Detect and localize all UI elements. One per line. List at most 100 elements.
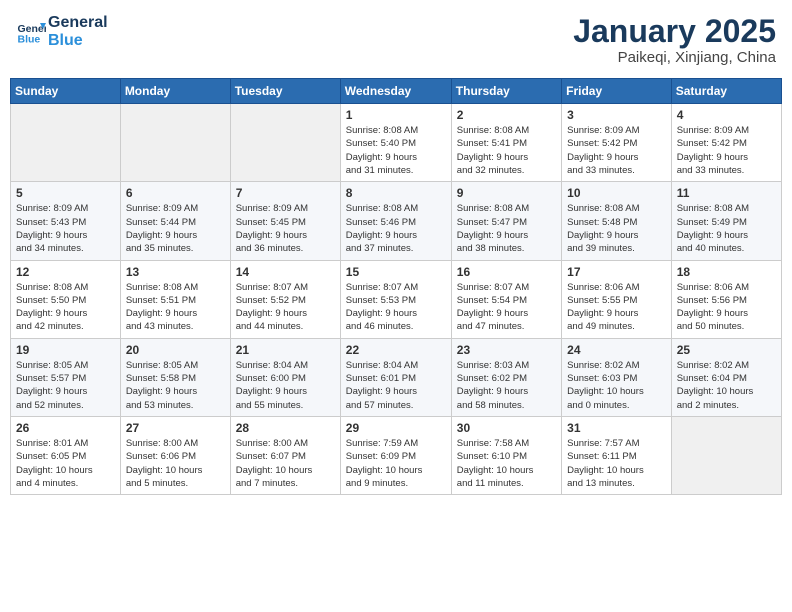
calendar-cell: 13Sunrise: 8:08 AM Sunset: 5:51 PM Dayli…: [120, 260, 230, 338]
calendar-cell: 9Sunrise: 8:08 AM Sunset: 5:47 PM Daylig…: [451, 182, 561, 260]
calendar-cell: 11Sunrise: 8:08 AM Sunset: 5:49 PM Dayli…: [671, 182, 781, 260]
day-number: 17: [567, 265, 666, 279]
weekday-header: Sunday: [11, 79, 121, 104]
calendar-cell: 7 Sunrise: 8:09 AM Sunset: 5:45 PM Daylig…: [230, 182, 340, 260]
day-info: Sunrise: 8:09 AM Sunset: 5:42 PM Dayligh…: [677, 124, 776, 177]
calendar-cell: 8 Sunrise: 8:08 AM Sunset: 5:46 PM Daylig…: [340, 182, 451, 260]
day-number: 3: [567, 108, 666, 122]
calendar-cell: [11, 104, 121, 182]
calendar-cell: 12 Sunrise: 8:08 AM Sunset: 5:50 PM Dayli…: [11, 260, 121, 338]
calendar-cell: 16 Sunrise: 8:07 AM Sunset: 5:54 PM Dayli…: [451, 260, 561, 338]
calendar-cell: 23Sunrise: 8:03 AM Sunset: 6:02 PM Dayli…: [451, 338, 561, 416]
day-info: Sunrise: 8:09 AM Sunset: 5:44 PM Dayligh…: [126, 202, 225, 255]
logo: General Blue General Blue: [16, 14, 108, 49]
calendar-week-row: 26 Sunrise: 8:01 AM Sunset: 6:05 PM Dayli…: [11, 416, 782, 494]
weekday-header: Friday: [562, 79, 672, 104]
day-info: Sunrise: 7:57 AM Sunset: 6:11 PM Dayligh…: [567, 437, 666, 490]
day-number: 12: [16, 265, 115, 279]
day-number: 14: [236, 265, 335, 279]
day-number: 13: [126, 265, 225, 279]
day-info: Sunrise: 8:07 AM Sunset: 5:52 PM Dayligh…: [236, 281, 335, 334]
calendar-cell: 28 Sunrise: 8:00 AM Sunset: 6:07 PM Dayli…: [230, 416, 340, 494]
day-info: Sunrise: 8:00 AM Sunset: 6:06 PM Dayligh…: [126, 437, 225, 490]
day-info: Sunrise: 8:06 AM Sunset: 5:56 PM Dayligh…: [677, 281, 776, 334]
day-number: 2: [457, 108, 556, 122]
calendar-cell: 30 Sunrise: 7:58 AM Sunset: 6:10 PM Dayli…: [451, 416, 561, 494]
day-number: 25: [677, 343, 776, 357]
weekday-header: Thursday: [451, 79, 561, 104]
calendar-week-row: 5 Sunrise: 8:09 AM Sunset: 5:43 PM Daylig…: [11, 182, 782, 260]
month-title: January 2025: [573, 14, 776, 49]
weekday-header: Tuesday: [230, 79, 340, 104]
weekday-header-row: SundayMondayTuesdayWednesdayThursdayFrid…: [11, 79, 782, 104]
calendar-cell: 2Sunrise: 8:08 AM Sunset: 5:41 PM Daylig…: [451, 104, 561, 182]
calendar-cell: 24Sunrise: 8:02 AM Sunset: 6:03 PM Dayli…: [562, 338, 672, 416]
day-number: 8: [346, 186, 446, 200]
day-number: 28: [236, 421, 335, 435]
calendar-cell: [671, 416, 781, 494]
day-number: 7: [236, 186, 335, 200]
weekday-header: Wednesday: [340, 79, 451, 104]
day-number: 5: [16, 186, 115, 200]
calendar-cell: 10 Sunrise: 8:08 AM Sunset: 5:48 PM Dayli…: [562, 182, 672, 260]
logo-icon: General Blue: [16, 17, 46, 47]
calendar-cell: 25 Sunrise: 8:02 AM Sunset: 6:04 PM Dayli…: [671, 338, 781, 416]
calendar-cell: 4 Sunrise: 8:09 AM Sunset: 5:42 PM Daylig…: [671, 104, 781, 182]
day-number: 19: [16, 343, 115, 357]
day-number: 21: [236, 343, 335, 357]
day-info: Sunrise: 8:05 AM Sunset: 5:57 PM Dayligh…: [16, 359, 115, 412]
day-info: Sunrise: 8:08 AM Sunset: 5:50 PM Dayligh…: [16, 281, 115, 334]
day-info: Sunrise: 7:59 AM Sunset: 6:09 PM Dayligh…: [346, 437, 446, 490]
day-info: Sunrise: 8:00 AM Sunset: 6:07 PM Dayligh…: [236, 437, 335, 490]
calendar-cell: 21 Sunrise: 8:04 AM Sunset: 6:00 PM Dayli…: [230, 338, 340, 416]
day-info: Sunrise: 8:07 AM Sunset: 5:54 PM Dayligh…: [457, 281, 556, 334]
day-info: Sunrise: 7:58 AM Sunset: 6:10 PM Dayligh…: [457, 437, 556, 490]
calendar-cell: 1Sunrise: 8:08 AM Sunset: 5:40 PM Daylig…: [340, 104, 451, 182]
day-number: 10: [567, 186, 666, 200]
day-info: Sunrise: 8:04 AM Sunset: 6:00 PM Dayligh…: [236, 359, 335, 412]
calendar-cell: 20 Sunrise: 8:05 AM Sunset: 5:58 PM Dayli…: [120, 338, 230, 416]
calendar-cell: 17 Sunrise: 8:06 AM Sunset: 5:55 PM Dayli…: [562, 260, 672, 338]
day-info: Sunrise: 8:08 AM Sunset: 5:40 PM Dayligh…: [346, 124, 446, 177]
calendar-cell: 3Sunrise: 8:09 AM Sunset: 5:42 PM Daylig…: [562, 104, 672, 182]
calendar-week-row: 19 Sunrise: 8:05 AM Sunset: 5:57 PM Dayli…: [11, 338, 782, 416]
day-info: Sunrise: 8:09 AM Sunset: 5:43 PM Dayligh…: [16, 202, 115, 255]
calendar-cell: 5 Sunrise: 8:09 AM Sunset: 5:43 PM Daylig…: [11, 182, 121, 260]
day-info: Sunrise: 8:08 AM Sunset: 5:48 PM Dayligh…: [567, 202, 666, 255]
weekday-header: Saturday: [671, 79, 781, 104]
day-info: Sunrise: 8:04 AM Sunset: 6:01 PM Dayligh…: [346, 359, 446, 412]
day-info: Sunrise: 8:09 AM Sunset: 5:45 PM Dayligh…: [236, 202, 335, 255]
day-number: 16: [457, 265, 556, 279]
calendar-week-row: 1Sunrise: 8:08 AM Sunset: 5:40 PM Daylig…: [11, 104, 782, 182]
day-info: Sunrise: 8:08 AM Sunset: 5:46 PM Dayligh…: [346, 202, 446, 255]
day-number: 6: [126, 186, 225, 200]
calendar-cell: 22 Sunrise: 8:04 AM Sunset: 6:01 PM Dayli…: [340, 338, 451, 416]
day-info: Sunrise: 8:08 AM Sunset: 5:47 PM Dayligh…: [457, 202, 556, 255]
calendar-cell: [230, 104, 340, 182]
svg-text:Blue: Blue: [18, 33, 41, 45]
day-number: 15: [346, 265, 446, 279]
day-info: Sunrise: 8:02 AM Sunset: 6:04 PM Dayligh…: [677, 359, 776, 412]
day-number: 20: [126, 343, 225, 357]
calendar-cell: 29 Sunrise: 7:59 AM Sunset: 6:09 PM Dayli…: [340, 416, 451, 494]
day-info: Sunrise: 8:08 AM Sunset: 5:49 PM Dayligh…: [677, 202, 776, 255]
calendar-cell: 6 Sunrise: 8:09 AM Sunset: 5:44 PM Daylig…: [120, 182, 230, 260]
day-number: 18: [677, 265, 776, 279]
day-info: Sunrise: 8:02 AM Sunset: 6:03 PM Dayligh…: [567, 359, 666, 412]
day-number: 26: [16, 421, 115, 435]
location-subtitle: Paikeqi, Xinjiang, China: [573, 49, 776, 66]
calendar-cell: 19 Sunrise: 8:05 AM Sunset: 5:57 PM Dayli…: [11, 338, 121, 416]
day-info: Sunrise: 8:06 AM Sunset: 5:55 PM Dayligh…: [567, 281, 666, 334]
day-number: 23: [457, 343, 556, 357]
calendar-cell: 15Sunrise: 8:07 AM Sunset: 5:53 PM Dayli…: [340, 260, 451, 338]
day-number: 29: [346, 421, 446, 435]
day-number: 22: [346, 343, 446, 357]
calendar-cell: 18 Sunrise: 8:06 AM Sunset: 5:56 PM Dayli…: [671, 260, 781, 338]
day-number: 30: [457, 421, 556, 435]
calendar-cell: 31Sunrise: 7:57 AM Sunset: 6:11 PM Dayli…: [562, 416, 672, 494]
day-info: Sunrise: 8:05 AM Sunset: 5:58 PM Dayligh…: [126, 359, 225, 412]
day-number: 4: [677, 108, 776, 122]
day-info: Sunrise: 8:01 AM Sunset: 6:05 PM Dayligh…: [16, 437, 115, 490]
calendar-table: SundayMondayTuesdayWednesdayThursdayFrid…: [10, 78, 782, 495]
calendar-week-row: 12 Sunrise: 8:08 AM Sunset: 5:50 PM Dayli…: [11, 260, 782, 338]
